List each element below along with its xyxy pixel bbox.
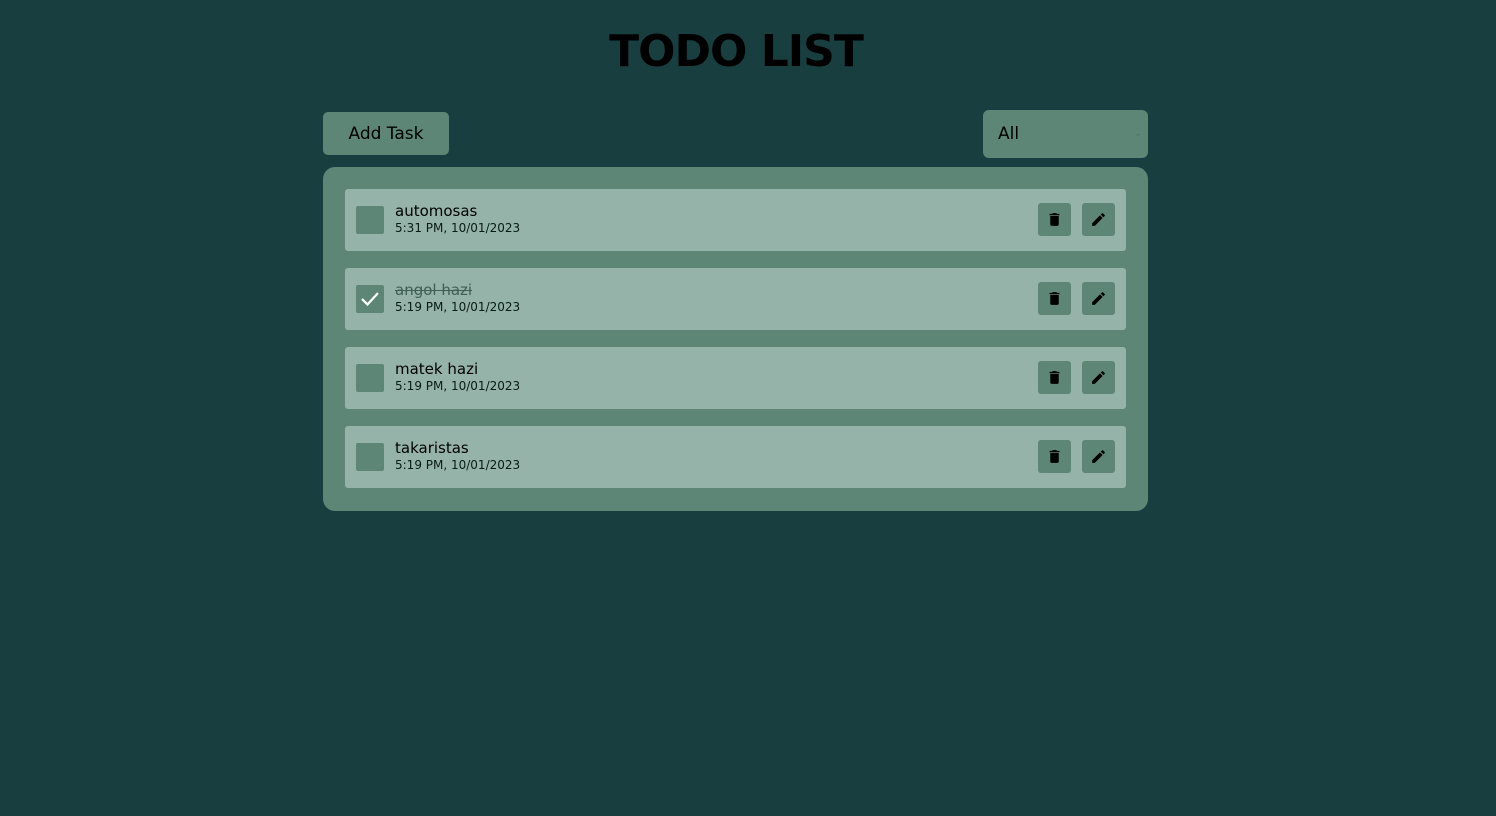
page-title: TODO LIST bbox=[609, 26, 864, 77]
task-timestamp: 5:31 PM, 10/01/2023 bbox=[395, 221, 521, 235]
delete-task-button[interactable] bbox=[1038, 203, 1071, 236]
task-text: matek hazi 5:19 PM, 10/01/2023 bbox=[395, 359, 520, 394]
task-title: automosas bbox=[395, 202, 478, 220]
task-timestamp: 5:19 PM, 10/01/2023 bbox=[395, 379, 521, 393]
edit-task-button[interactable] bbox=[1082, 282, 1115, 315]
edit-task-button[interactable] bbox=[1082, 440, 1115, 473]
list-item: matek hazi 5:19 PM, 10/01/2023 bbox=[345, 347, 1126, 409]
delete-task-button[interactable] bbox=[1038, 440, 1071, 473]
task-title: angol hazi bbox=[395, 281, 473, 299]
delete-task-button[interactable] bbox=[1038, 282, 1071, 315]
task-timestamp: 5:19 PM, 10/01/2023 bbox=[395, 458, 521, 472]
pencil-icon bbox=[1092, 292, 1105, 305]
status-filter-select[interactable]: All ⌄ bbox=[983, 110, 1148, 158]
task-timestamp: 5:19 PM, 10/01/2023 bbox=[395, 300, 521, 314]
list-item: takaristas 5:19 PM, 10/01/2023 bbox=[345, 426, 1126, 488]
task-checkbox[interactable] bbox=[356, 443, 384, 471]
task-checkbox[interactable] bbox=[356, 364, 384, 392]
checkmark-icon bbox=[361, 292, 379, 307]
list-item: automosas 5:31 PM, 10/01/2023 bbox=[345, 189, 1126, 251]
toolbar: Add Task All ⌄ bbox=[323, 110, 1148, 158]
task-title: matek hazi bbox=[395, 360, 479, 378]
edit-task-button[interactable] bbox=[1082, 361, 1115, 394]
list-item: angol hazi 5:19 PM, 10/01/2023 bbox=[345, 268, 1126, 330]
task-text: takaristas 5:19 PM, 10/01/2023 bbox=[395, 438, 520, 473]
trash-icon bbox=[1049, 450, 1060, 463]
edit-task-button[interactable] bbox=[1082, 203, 1115, 236]
task-list: automosas 5:31 PM, 10/01/2023 angol hazi… bbox=[323, 167, 1148, 511]
trash-icon bbox=[1049, 371, 1060, 384]
pencil-icon bbox=[1092, 371, 1105, 384]
task-checkbox[interactable] bbox=[356, 285, 384, 313]
task-checkbox[interactable] bbox=[356, 206, 384, 234]
filter-selected-value: All bbox=[998, 124, 1020, 144]
pencil-icon bbox=[1092, 213, 1105, 226]
task-title: takaristas bbox=[395, 439, 469, 457]
todo-app: TODO LIST Add Task All ⌄ automosas 5:31 … bbox=[0, 0, 1496, 816]
trash-icon bbox=[1049, 292, 1060, 305]
trash-icon bbox=[1049, 213, 1060, 226]
task-text: automosas 5:31 PM, 10/01/2023 bbox=[395, 201, 520, 236]
chevron-down-icon: ⌄ bbox=[1133, 128, 1142, 139]
pencil-icon bbox=[1092, 450, 1105, 463]
task-text: angol hazi 5:19 PM, 10/01/2023 bbox=[395, 280, 520, 315]
delete-task-button[interactable] bbox=[1038, 361, 1071, 394]
add-task-button[interactable]: Add Task bbox=[323, 112, 449, 155]
